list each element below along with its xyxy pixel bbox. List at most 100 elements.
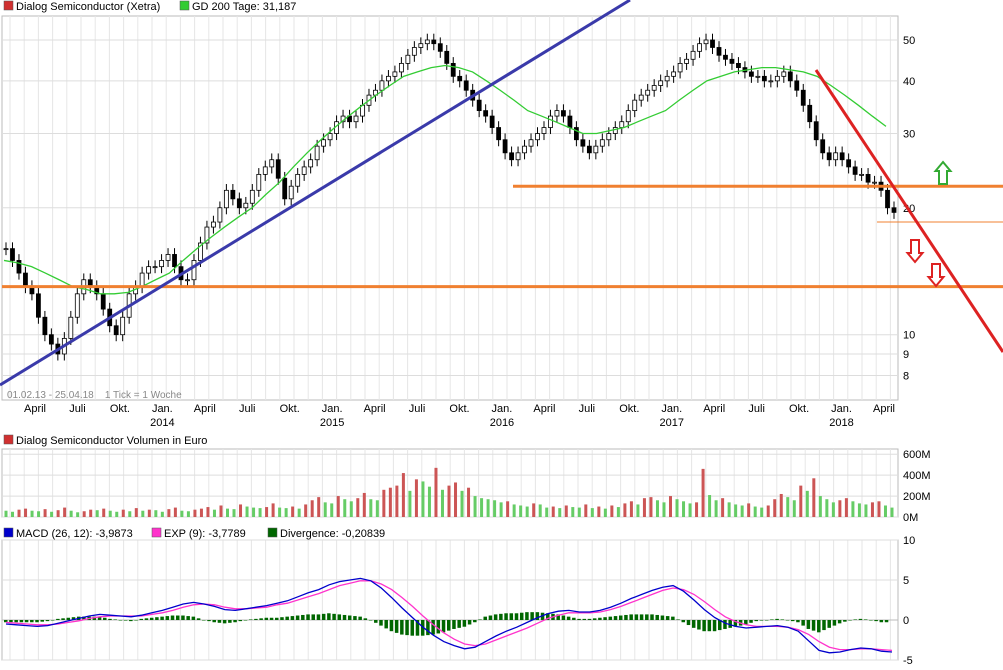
candle-body [671, 71, 677, 77]
x-tick-label: April [703, 403, 725, 415]
volume-bar [753, 506, 757, 517]
candle-body [418, 43, 424, 48]
volume-tick-label: 0M [903, 512, 918, 524]
divergence-bar [598, 617, 602, 620]
candle-body [146, 266, 151, 274]
volume-bar [82, 511, 86, 517]
candle-body [813, 121, 819, 141]
divergence-bar [207, 620, 211, 622]
candle-body [392, 71, 398, 77]
volume-bar [258, 508, 262, 517]
volume-bar [128, 511, 132, 517]
volume-legend: Dialog Semiconductor Volumen in Euro [3, 434, 207, 447]
divergence-bar [238, 620, 243, 622]
divergence-bar [697, 620, 701, 630]
divergence-bar [853, 619, 858, 620]
volume-bar [818, 496, 822, 517]
volume-bar [577, 507, 581, 517]
volume-bar [108, 510, 112, 517]
y-tick-label: 10 [903, 330, 915, 342]
x-tick-label: Okt. [280, 403, 300, 415]
divergence-bar [759, 620, 764, 621]
candle-body [353, 115, 359, 123]
volume-bar [401, 473, 405, 517]
volume-bar [727, 502, 731, 517]
divergence-bar [275, 617, 279, 620]
volume-bar [284, 508, 288, 517]
divergence-bar [874, 620, 878, 622]
divergence-bar [353, 616, 357, 620]
volume-bar [779, 493, 783, 517]
divergence-bar [191, 616, 196, 620]
volume-bar [499, 502, 503, 517]
candle-body [781, 71, 787, 77]
divergence-bar [30, 620, 34, 623]
x-tick-label: Okt. [449, 403, 469, 415]
volume-bar [760, 507, 764, 517]
macd-tick-label: 5 [903, 575, 909, 587]
divergence-bar [389, 620, 394, 632]
divergence-bar [410, 620, 415, 636]
divergence-bar [342, 614, 347, 620]
candle-body [586, 145, 592, 154]
candle-body [619, 121, 625, 128]
volume-bar [786, 497, 790, 517]
candle-body [859, 173, 864, 176]
volume-bar [877, 501, 881, 517]
candle-body [314, 145, 320, 161]
volume-bar [382, 489, 386, 517]
candle-body [580, 139, 586, 147]
volume-bar [212, 509, 216, 517]
divergence-bar [123, 620, 128, 621]
candle-body [522, 145, 527, 154]
volume-bar [460, 490, 464, 517]
x-tick-label: Juli [409, 403, 426, 415]
candle-body [852, 166, 858, 175]
divergence-bar [452, 620, 456, 629]
candle-body [541, 127, 547, 134]
divergence-bar [217, 620, 222, 623]
divergence-bar [665, 616, 670, 620]
signal-arrow-down [926, 263, 946, 288]
divergence-bar [608, 616, 613, 620]
price-footnote: 01.02.13 - 25.04.18 1 Tick = 1 Woche [7, 390, 182, 401]
divergence-bar [582, 618, 587, 620]
divergence-bar [723, 620, 727, 629]
divergence-bar [561, 615, 566, 620]
x-tick-label: Okt. [619, 403, 639, 415]
x-tick-year: 2018 [829, 417, 853, 429]
y-tick-label: 30 [903, 129, 915, 141]
volume-bar [310, 500, 314, 517]
volume-bar [623, 503, 627, 517]
divergence-bar [327, 613, 331, 620]
divergence-bar [61, 618, 65, 620]
divergence-bar [311, 614, 315, 620]
candle-body [23, 272, 28, 288]
x-tick-label: Juli [579, 403, 596, 415]
volume-bar [831, 502, 835, 517]
divergence-bar [645, 614, 649, 620]
divergence-bar [243, 620, 248, 621]
candle-body [554, 110, 560, 117]
volume-bar [532, 503, 536, 517]
divergence-bar [879, 620, 884, 623]
divergence-bar [254, 618, 258, 620]
divergence-bar [863, 619, 868, 620]
volume-bar [688, 503, 692, 517]
volume-bar [454, 482, 458, 517]
divergence-bar [691, 620, 696, 628]
volume-bar [493, 500, 497, 517]
divergence-bar [447, 620, 451, 631]
candle-body [872, 181, 877, 184]
volume-bar [375, 500, 379, 517]
candle-body [152, 266, 158, 269]
divergence-bar [196, 618, 201, 620]
divergence-bar [618, 615, 623, 620]
divergence-bar [301, 614, 305, 620]
x-tick-label: April [533, 403, 555, 415]
divergence-bar [848, 620, 852, 621]
divergence-bar [436, 620, 441, 634]
volume-bar [545, 507, 549, 517]
candle-body [703, 39, 709, 45]
x-tick-year: 2015 [320, 417, 344, 429]
